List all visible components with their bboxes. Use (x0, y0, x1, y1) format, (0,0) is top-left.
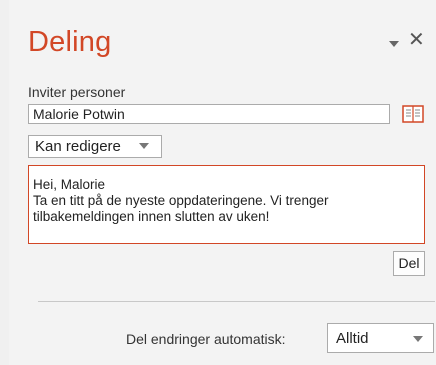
divider (38, 301, 435, 302)
permission-selected-value: Kan redigere (35, 138, 121, 155)
auto-share-selected-value: Alltid (336, 330, 369, 347)
message-line: tilbakemeldingen innen slutten av uken! (33, 209, 270, 224)
auto-share-label: Del endringer automatisk: (126, 331, 286, 347)
invite-people-label: Inviter personer (28, 84, 126, 100)
message-textbox[interactable]: Hei, Malorie Ta en titt på de nyeste opp… (28, 165, 425, 244)
sharing-pane: Deling ✕ Inviter personer Malorie Potwin… (9, 0, 436, 365)
chevron-down-icon (413, 336, 423, 342)
close-icon[interactable]: ✕ (408, 30, 425, 50)
pane-title: Deling (28, 26, 112, 58)
message-line: Hei, Malorie (33, 177, 106, 192)
permission-dropdown[interactable]: Kan redigere (28, 135, 162, 158)
auto-share-dropdown[interactable]: Alltid (327, 323, 434, 353)
pin-icon[interactable] (387, 38, 401, 50)
invite-name-input[interactable]: Malorie Potwin (28, 104, 390, 124)
share-button[interactable]: Del (393, 251, 425, 276)
chevron-down-icon (139, 143, 149, 149)
message-line: Ta en titt på de nyeste oppdateringene. … (33, 193, 329, 208)
address-book-icon[interactable] (402, 104, 424, 124)
